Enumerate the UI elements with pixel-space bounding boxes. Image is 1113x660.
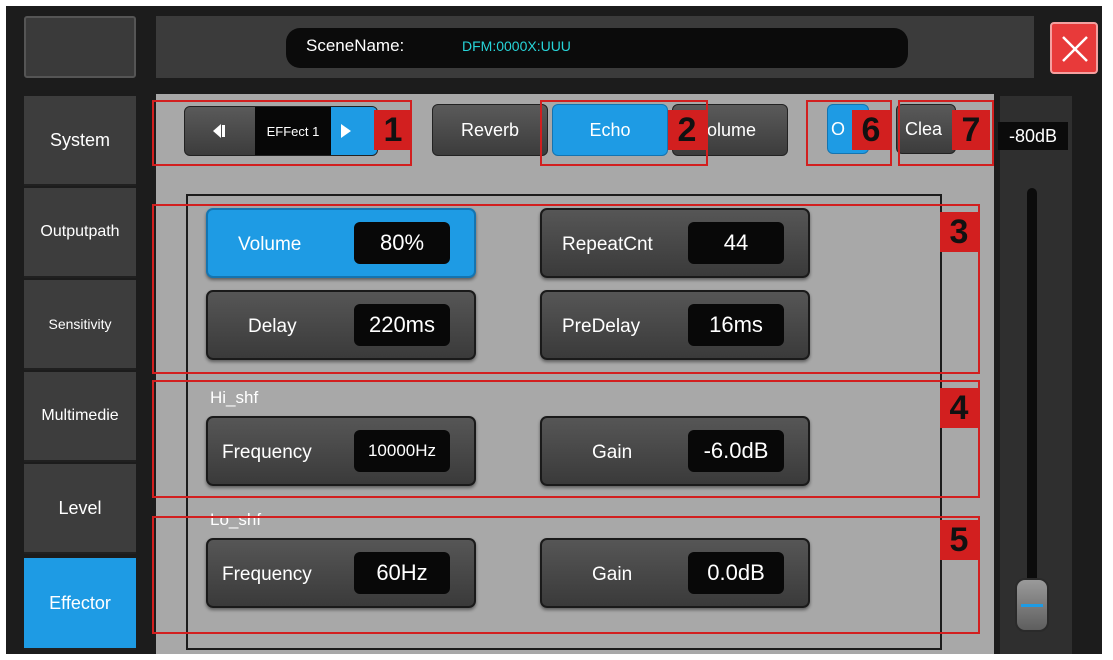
annotation-badge-7: 7 [952,110,990,150]
top-left-blank-button[interactable] [24,16,136,78]
lo-gain-label: Gain [592,564,633,585]
annotation-badge-2: 2 [668,110,706,150]
predelay-param-button[interactable]: PreDelay 16ms [540,290,810,360]
hi-gain-value: -6.0dB [688,430,784,472]
next-effect-button[interactable] [331,107,377,155]
delay-label: Delay [248,316,297,337]
sidebar-item-level[interactable]: Level [24,464,136,554]
volume-label: Volume [238,234,302,255]
scene-name-value: DFM:0000X:UUU [462,38,571,54]
sidebar-item-effector[interactable]: Effector [24,558,136,650]
sidebar-item-label: Outputpath [40,223,120,240]
prev-effect-button[interactable] [185,107,255,155]
annotation-badge-3: 3 [940,212,978,252]
effect-name: EFFect 1 [255,107,331,155]
sidebar-item-label: Effector [49,592,111,613]
hi-frequency-label: Frequency [222,442,312,463]
annotation-badge-6: 6 [852,110,890,150]
output-level-slider-track[interactable] [1027,188,1037,628]
hi-gain-label: Gain [592,442,633,463]
annotation-badge-1: 1 [374,110,412,150]
tab-echo[interactable]: Echo [552,104,668,156]
chevron-right-icon [341,124,351,138]
close-icon [1062,36,1088,62]
lo-shelf-title: Lo_shf [210,510,262,529]
output-level-readout: -80dB [998,122,1068,150]
sidebar-item-sensitivity[interactable]: Sensitivity [24,280,136,370]
volume-value: 80% [354,222,450,264]
sidebar-item-system[interactable]: System [24,96,136,186]
predelay-value: 16ms [688,304,784,346]
sidebar-item-label: Sensitivity [48,316,112,332]
annotation-badge-5: 5 [940,520,978,560]
predelay-label: PreDelay [562,316,641,337]
effect-selector: EFFect 1 [184,106,378,156]
hi-shelf-title: Hi_shf [210,388,259,407]
clear-button[interactable]: Clea [896,104,956,154]
volume-param-button[interactable]: Volume 80% [206,208,476,278]
sidebar-item-label: Multimedie [41,407,119,424]
repeat-count-label: RepeatCnt [562,234,653,255]
delay-value: 220ms [354,304,450,346]
lo-frequency-value: 60Hz [354,552,450,594]
lo-gain-value: 0.0dB [688,552,784,594]
repeat-count-param-button[interactable]: RepeatCnt 44 [540,208,810,278]
sidebar-item-label: System [49,129,110,150]
lo-frequency-label: Frequency [222,564,312,585]
sidebar-item-label: Level [58,497,102,518]
sidebar-item-outputpath[interactable]: Outputpath [24,188,136,278]
scene-name-label: SceneName: [306,36,405,55]
delay-param-button[interactable]: Delay 220ms [206,290,476,360]
sidebar-item-multimedie[interactable]: Multimedie [24,372,136,462]
hi-frequency-param-button[interactable]: Frequency 10000Hz [206,416,476,486]
repeat-count-value: 44 [688,222,784,264]
chevron-left-icon [213,124,225,138]
hi-frequency-value: 10000Hz [354,430,450,472]
lo-gain-param-button[interactable]: Gain 0.0dB [540,538,810,608]
hi-gain-param-button[interactable]: Gain -6.0dB [540,416,810,486]
lo-frequency-param-button[interactable]: Frequency 60Hz [206,538,476,608]
annotation-badge-4: 4 [940,388,978,428]
close-button[interactable] [1050,22,1098,74]
output-level-slider-handle[interactable] [1015,578,1049,632]
tab-reverb[interactable]: Reverb [432,104,548,156]
